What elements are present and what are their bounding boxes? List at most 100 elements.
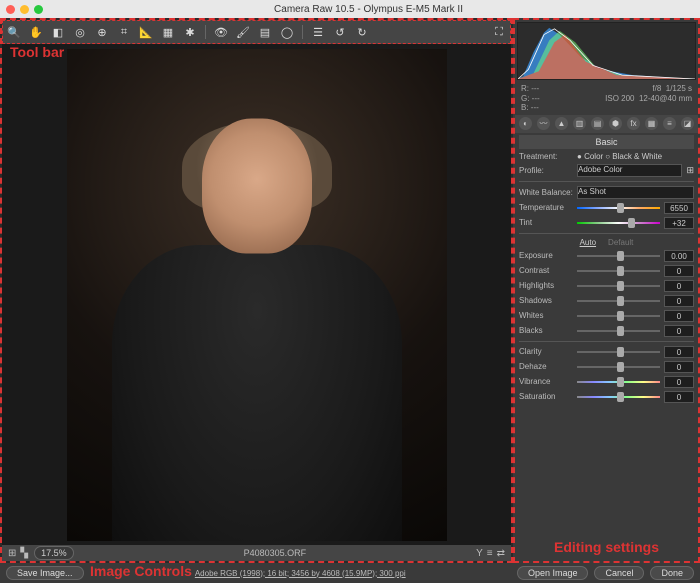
tab-curve-icon[interactable]: 〰 [537, 117, 550, 130]
hand-tool-icon[interactable]: ✋ [29, 25, 43, 39]
contrast-slider[interactable] [577, 266, 660, 276]
blacks-slider[interactable] [577, 326, 660, 336]
cancel-button[interactable]: Cancel [594, 566, 644, 580]
filename-label: P4080305.ORF [74, 548, 476, 558]
blacks-value[interactable]: 0 [664, 325, 694, 337]
done-button[interactable]: Done [650, 566, 694, 580]
swap-icon[interactable]: ⇄ [497, 548, 505, 559]
crop-tool-icon[interactable]: ⌗ [117, 25, 131, 39]
exif-r: R: --- [521, 84, 540, 94]
separator [205, 25, 206, 39]
tab-presets-icon[interactable]: ≡ [663, 117, 676, 130]
temperature-value[interactable]: 6550 [664, 202, 694, 214]
panel-header: Basic [519, 135, 694, 149]
profile-label: Profile: [519, 166, 573, 175]
tab-fx-icon[interactable]: fx [627, 117, 640, 130]
basic-panel: Basic Treatment: Color Black & White Pro… [515, 133, 698, 561]
annotation-controls: Image Controls [90, 563, 192, 579]
open-image-button[interactable]: Open Image [517, 566, 589, 580]
maximize-window-icon[interactable] [34, 5, 43, 14]
view-grid-icon[interactable]: ▚ [20, 548, 28, 559]
blacks-label: Blacks [519, 326, 573, 335]
rotate-ccw-icon[interactable]: ↺ [333, 25, 347, 39]
adjustment-brush-icon[interactable]: 🖌 [236, 25, 250, 39]
wb-select[interactable]: As Shot [577, 186, 694, 199]
exposure-value[interactable]: 0.00 [664, 250, 694, 262]
temperature-slider[interactable] [577, 203, 660, 213]
preferences-icon[interactable]: ☰ [311, 25, 325, 39]
default-link[interactable]: Default [608, 238, 633, 247]
saturation-value[interactable]: 0 [664, 391, 694, 403]
treatment-bw-radio[interactable]: Black & White [605, 152, 662, 161]
treatment-color-radio[interactable]: Color [577, 152, 603, 161]
save-image-button[interactable]: Save Image... [6, 566, 84, 580]
tab-lens-icon[interactable]: ⬢ [609, 117, 622, 130]
tab-detail-icon[interactable]: ▲ [555, 117, 568, 130]
tab-hsl-icon[interactable]: ▥ [573, 117, 586, 130]
zoom-select[interactable]: 17.5% [34, 546, 74, 560]
close-window-icon[interactable] [6, 5, 15, 14]
dehaze-slider[interactable] [577, 362, 660, 372]
vibrance-label: Vibrance [519, 377, 573, 386]
annotation-toolbar: Tool bar [10, 44, 64, 60]
minimize-window-icon[interactable] [20, 5, 29, 14]
exif-aperture: f/8 [652, 84, 661, 93]
wb-label: White Balance: [519, 188, 573, 197]
fullscreen-icon[interactable]: ⛶ [492, 25, 506, 39]
whites-value[interactable]: 0 [664, 310, 694, 322]
tint-label: Tint [519, 218, 573, 227]
auto-link[interactable]: Auto [580, 238, 596, 247]
window-titlebar: Camera Raw 10.5 - Olympus E-M5 Mark II [0, 0, 700, 18]
histogram[interactable] [517, 22, 696, 80]
graduated-filter-icon[interactable]: ▤ [258, 25, 272, 39]
profile-select[interactable]: Adobe Color [577, 164, 682, 177]
photo-portrait [67, 49, 447, 541]
rotate-cw-icon[interactable]: ↻ [355, 25, 369, 39]
tab-basic-icon[interactable]: ◐ [519, 117, 532, 130]
preview-panel: 🔍 ✋ ◧ ◎ ⊕ ⌗ 📐 ▦ ✱ 👁 🖌 ▤ ◯ ☰ ↺ ↻ ⛶ Tool b… [0, 18, 513, 563]
contrast-value[interactable]: 0 [664, 265, 694, 277]
tint-value[interactable]: +32 [664, 217, 694, 229]
tab-snapshots-icon[interactable]: ◪ [681, 117, 694, 130]
before-after-icon[interactable]: Y [476, 548, 483, 559]
exif-g: G: --- [521, 94, 540, 104]
filmstrip-toggle-icon[interactable]: ⊞ [8, 548, 16, 559]
profile-browser-icon[interactable]: ⊞ [686, 165, 694, 176]
color-sampler-icon[interactable]: ◎ [73, 25, 87, 39]
transform-tool-icon[interactable]: ▦ [161, 25, 175, 39]
dehaze-value[interactable]: 0 [664, 361, 694, 373]
radial-filter-icon[interactable]: ◯ [280, 25, 294, 39]
target-adjust-icon[interactable]: ⊕ [95, 25, 109, 39]
settings-tabs: ◐ 〰 ▲ ▥ ▤ ⬢ fx ▦ ≡ ◪ [515, 115, 698, 133]
preview-footer: ⊞ ▚ 17.5% P4080305.ORF Y ≡ ⇄ [2, 545, 511, 561]
vibrance-value[interactable]: 0 [664, 376, 694, 388]
image-preview[interactable] [2, 44, 511, 545]
tint-slider[interactable] [577, 218, 660, 228]
highlights-label: Highlights [519, 281, 573, 290]
tab-split-icon[interactable]: ▤ [591, 117, 604, 130]
clarity-label: Clarity [519, 347, 573, 356]
contrast-label: Contrast [519, 266, 573, 275]
exif-shutter: 1/125 s [666, 84, 692, 93]
shadows-slider[interactable] [577, 296, 660, 306]
redeye-tool-icon[interactable]: 👁 [214, 25, 228, 39]
highlights-value[interactable]: 0 [664, 280, 694, 292]
clarity-value[interactable]: 0 [664, 346, 694, 358]
white-balance-tool-icon[interactable]: ◧ [51, 25, 65, 39]
exif-readout: R: --- G: --- B: --- f/8 1/125 s ISO 200… [515, 82, 698, 115]
highlights-slider[interactable] [577, 281, 660, 291]
exif-b: B: --- [521, 103, 540, 113]
spot-removal-icon[interactable]: ✱ [183, 25, 197, 39]
zoom-tool-icon[interactable]: 🔍 [7, 25, 21, 39]
toolbar: 🔍 ✋ ◧ ◎ ⊕ ⌗ 📐 ▦ ✱ 👁 🖌 ▤ ◯ ☰ ↺ ↻ ⛶ [2, 20, 511, 44]
exposure-slider[interactable] [577, 251, 660, 261]
vibrance-slider[interactable] [577, 377, 660, 387]
compare-icon[interactable]: ≡ [487, 548, 493, 559]
whites-slider[interactable] [577, 311, 660, 321]
shadows-value[interactable]: 0 [664, 295, 694, 307]
straighten-tool-icon[interactable]: 📐 [139, 25, 153, 39]
clarity-slider[interactable] [577, 347, 660, 357]
saturation-slider[interactable] [577, 392, 660, 402]
traffic-lights [6, 5, 43, 14]
tab-calibration-icon[interactable]: ▦ [645, 117, 658, 130]
